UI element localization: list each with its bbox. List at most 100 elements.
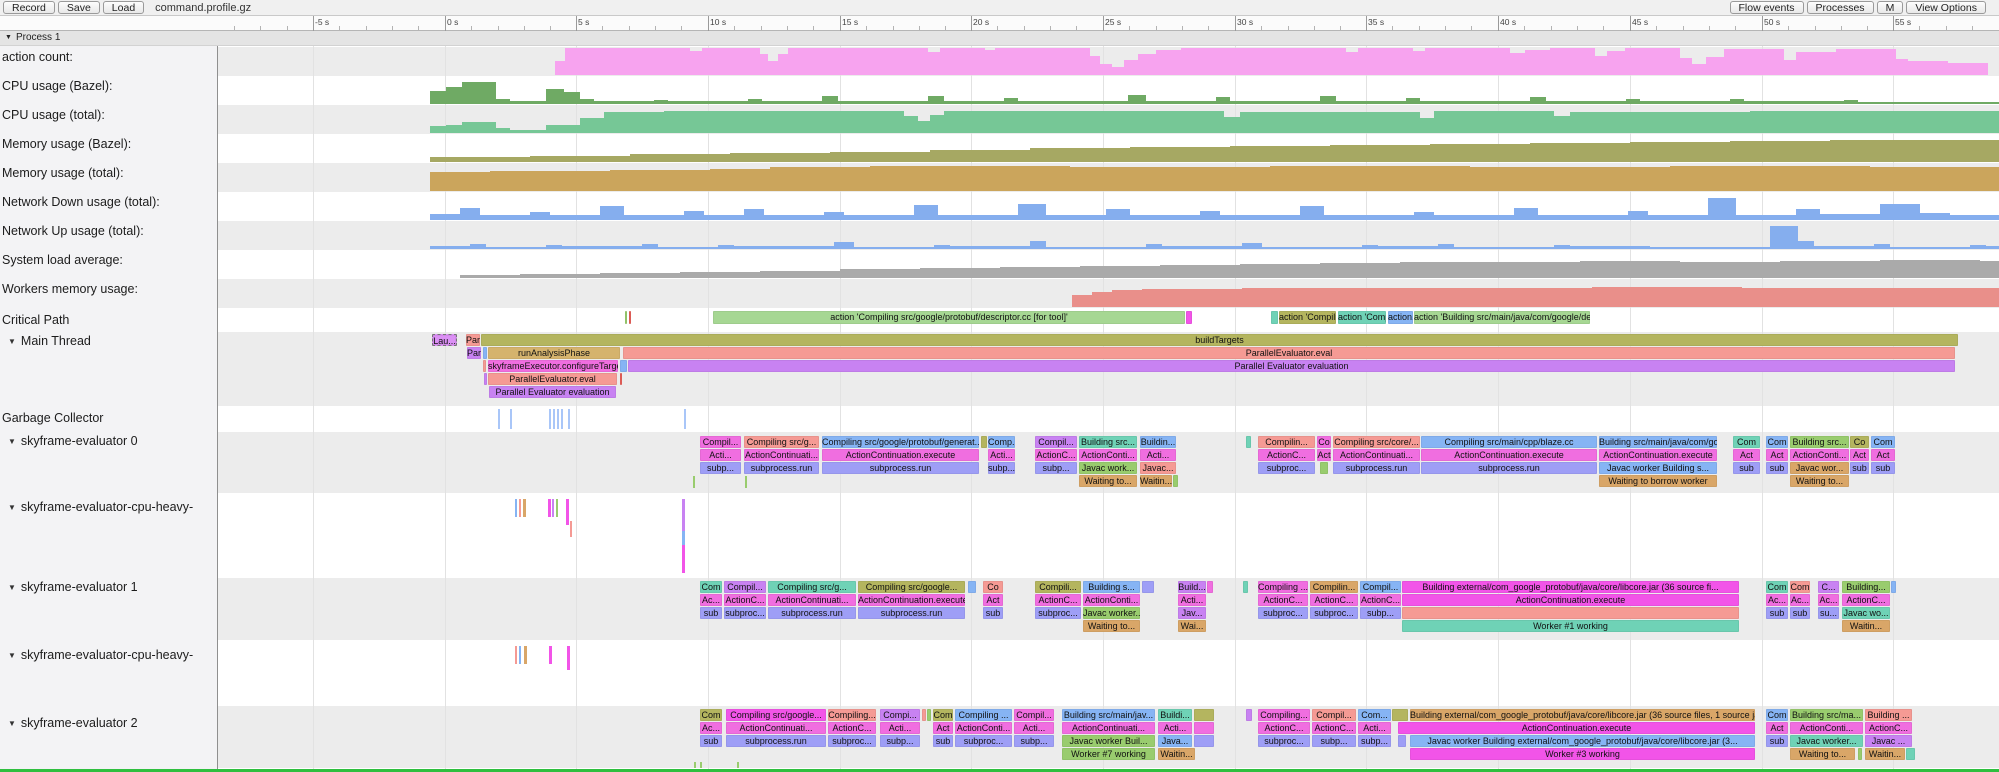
trace-slice[interactable]: sub xyxy=(1766,462,1788,474)
trace-slice[interactable]: Javac worker Buil... xyxy=(1062,735,1155,747)
trace-slice[interactable]: sub xyxy=(1790,607,1810,619)
trace-slice[interactable] xyxy=(620,360,627,372)
trace-slice[interactable]: Java... xyxy=(1158,735,1192,747)
trace-slice[interactable]: ActionC... xyxy=(1035,594,1081,606)
trace-slice[interactable] xyxy=(1402,607,1739,619)
trace-mark[interactable] xyxy=(515,499,517,517)
trace-mark[interactable] xyxy=(745,476,747,488)
trace-slice[interactable]: ActionContinuati... xyxy=(1333,449,1420,461)
trace-mark[interactable] xyxy=(498,409,500,429)
trace-slice[interactable]: Building ... xyxy=(1865,709,1912,721)
trace-slice[interactable]: Co xyxy=(983,581,1003,593)
trace-slice[interactable]: Compiling src/core/... xyxy=(1333,436,1420,448)
trace-slice[interactable]: Co xyxy=(1850,436,1869,448)
trace-mark[interactable] xyxy=(567,646,570,670)
trace-mark[interactable] xyxy=(524,646,527,664)
trace-slice[interactable] xyxy=(1320,462,1328,474)
trace-mark[interactable] xyxy=(700,762,702,768)
trace-slice[interactable]: sub xyxy=(983,607,1003,619)
thread-label[interactable]: ▼skyframe-evaluator-cpu-heavy- xyxy=(2,500,193,514)
trace-mark[interactable] xyxy=(694,762,696,768)
trace-slice[interactable]: ActionContinuation.execute xyxy=(1402,594,1739,606)
trace-slice[interactable]: Parallel Evaluator evaluation xyxy=(628,360,1955,372)
trace-mark[interactable] xyxy=(549,409,551,429)
trace-slice[interactable]: Waiting to borrow worker xyxy=(1599,475,1717,487)
trace-slice[interactable]: Com... xyxy=(1358,709,1391,721)
trace-slice[interactable]: Building src/main/jav... xyxy=(1062,709,1155,721)
trace-slice[interactable]: Worker #3 working xyxy=(1410,748,1755,760)
trace-slice[interactable]: Building src... xyxy=(1790,436,1849,448)
trace-slice[interactable]: Building src/main/java/com/go... xyxy=(1599,436,1717,448)
trace-slice[interactable]: ActionConti... xyxy=(1079,449,1137,461)
trace-slice[interactable] xyxy=(922,709,926,721)
trace-slice[interactable]: Compiling src/g... xyxy=(768,581,856,593)
trace-slice[interactable]: Lau... xyxy=(432,334,457,346)
trace-slice[interactable]: subproc... xyxy=(1310,607,1358,619)
trace-slice[interactable]: Compiling src/google/protobuf/generat... xyxy=(822,436,979,448)
trace-slice[interactable] xyxy=(1186,311,1192,324)
trace-slice[interactable] xyxy=(1246,436,1251,448)
trace-slice[interactable] xyxy=(1194,735,1214,747)
trace-slice[interactable]: Act xyxy=(1317,449,1331,461)
trace-slice[interactable]: Act xyxy=(1766,449,1788,461)
trace-slice[interactable]: subproc... xyxy=(724,607,766,619)
trace-slice[interactable]: action 'Compiling... xyxy=(1279,311,1336,324)
trace-slice[interactable]: Acti... xyxy=(700,449,741,461)
trace-slice[interactable]: Com xyxy=(1790,581,1810,593)
trace-slice[interactable]: Building s... xyxy=(1083,581,1140,593)
trace-slice[interactable]: action... xyxy=(1388,311,1413,324)
trace-slice[interactable]: subproc... xyxy=(1258,735,1310,747)
trace-slice[interactable]: sub xyxy=(700,735,722,747)
trace-slice[interactable]: ActionConti... xyxy=(955,722,1012,734)
trace-slice[interactable]: Compiling src/g... xyxy=(744,436,819,448)
trace-mark[interactable] xyxy=(510,409,512,429)
trace-slice[interactable]: Compili... xyxy=(1035,581,1081,593)
trace-mark[interactable] xyxy=(737,762,739,768)
trace-slice[interactable]: ActionContinuation.execute xyxy=(1599,449,1717,461)
trace-slice[interactable]: Compil... xyxy=(700,436,741,448)
trace-slice[interactable] xyxy=(1194,709,1214,721)
trace-slice[interactable] xyxy=(620,373,622,385)
thread-label[interactable]: ▼skyframe-evaluator 2 xyxy=(2,716,138,730)
trace-mark[interactable] xyxy=(561,409,563,429)
trace-slice[interactable]: skyframeExecutor.configureTargets xyxy=(488,360,618,372)
trace-slice[interactable]: ActionC... xyxy=(1258,594,1308,606)
trace-slice[interactable]: subproc... xyxy=(1258,462,1315,474)
trace-slice[interactable]: Acti... xyxy=(1358,722,1391,734)
trace-slice[interactable]: Javac wo... xyxy=(1842,607,1890,619)
trace-slice[interactable]: Act xyxy=(933,722,953,734)
trace-slice[interactable]: Building... xyxy=(1842,581,1890,593)
trace-slice[interactable]: ActionContinuation.execute xyxy=(822,449,979,461)
trace-slice[interactable] xyxy=(1246,709,1252,721)
trace-slice[interactable] xyxy=(1392,709,1408,721)
trace-mark[interactable] xyxy=(693,476,695,488)
trace-slice[interactable]: Com xyxy=(1766,581,1788,593)
trace-slice[interactable]: ActionC... xyxy=(828,722,876,734)
trace-slice[interactable]: subp... xyxy=(1312,735,1356,747)
trace-slice[interactable]: Worker #7 working xyxy=(1062,748,1155,760)
trace-slice[interactable]: Waiting to... xyxy=(1083,620,1140,632)
trace-slice[interactable]: ActionConti... xyxy=(1790,722,1863,734)
thread-label[interactable]: ▼Main Thread xyxy=(2,334,91,348)
trace-slice[interactable]: ActionContinuati... xyxy=(768,594,856,606)
trace-slice[interactable] xyxy=(1906,748,1915,760)
trace-slice[interactable]: Acti... xyxy=(1140,449,1176,461)
chart-system-load-average[interactable] xyxy=(460,251,1999,278)
chart-network-down-usage[interactable] xyxy=(430,193,1999,220)
trace-slice[interactable]: sub xyxy=(1850,462,1869,474)
chart-network-up-usage[interactable] xyxy=(430,222,1999,249)
trace-slice[interactable]: Acti... xyxy=(1158,722,1192,734)
trace-slice[interactable]: Waitin... xyxy=(1865,748,1905,760)
trace-mark[interactable] xyxy=(548,499,551,517)
trace-slice[interactable]: Building src... xyxy=(1079,436,1137,448)
trace-slice[interactable]: subprocess.run xyxy=(858,607,965,619)
trace-slice[interactable]: Acti... xyxy=(1014,722,1054,734)
trace-slice[interactable]: Wai... xyxy=(1178,620,1206,632)
trace-slice[interactable]: subproc... xyxy=(828,735,876,747)
trace-slice[interactable]: ActionC... xyxy=(1842,594,1890,606)
trace-slice[interactable]: ParallelEvaluator.eval xyxy=(488,373,617,385)
trace-slice[interactable]: ActionC... xyxy=(1035,449,1077,461)
trace-slice[interactable]: Javac ... xyxy=(1865,735,1912,747)
trace-slice[interactable]: Buildi... xyxy=(1158,709,1192,721)
trace-slice[interactable]: ActionContinuation.execute xyxy=(858,594,965,606)
